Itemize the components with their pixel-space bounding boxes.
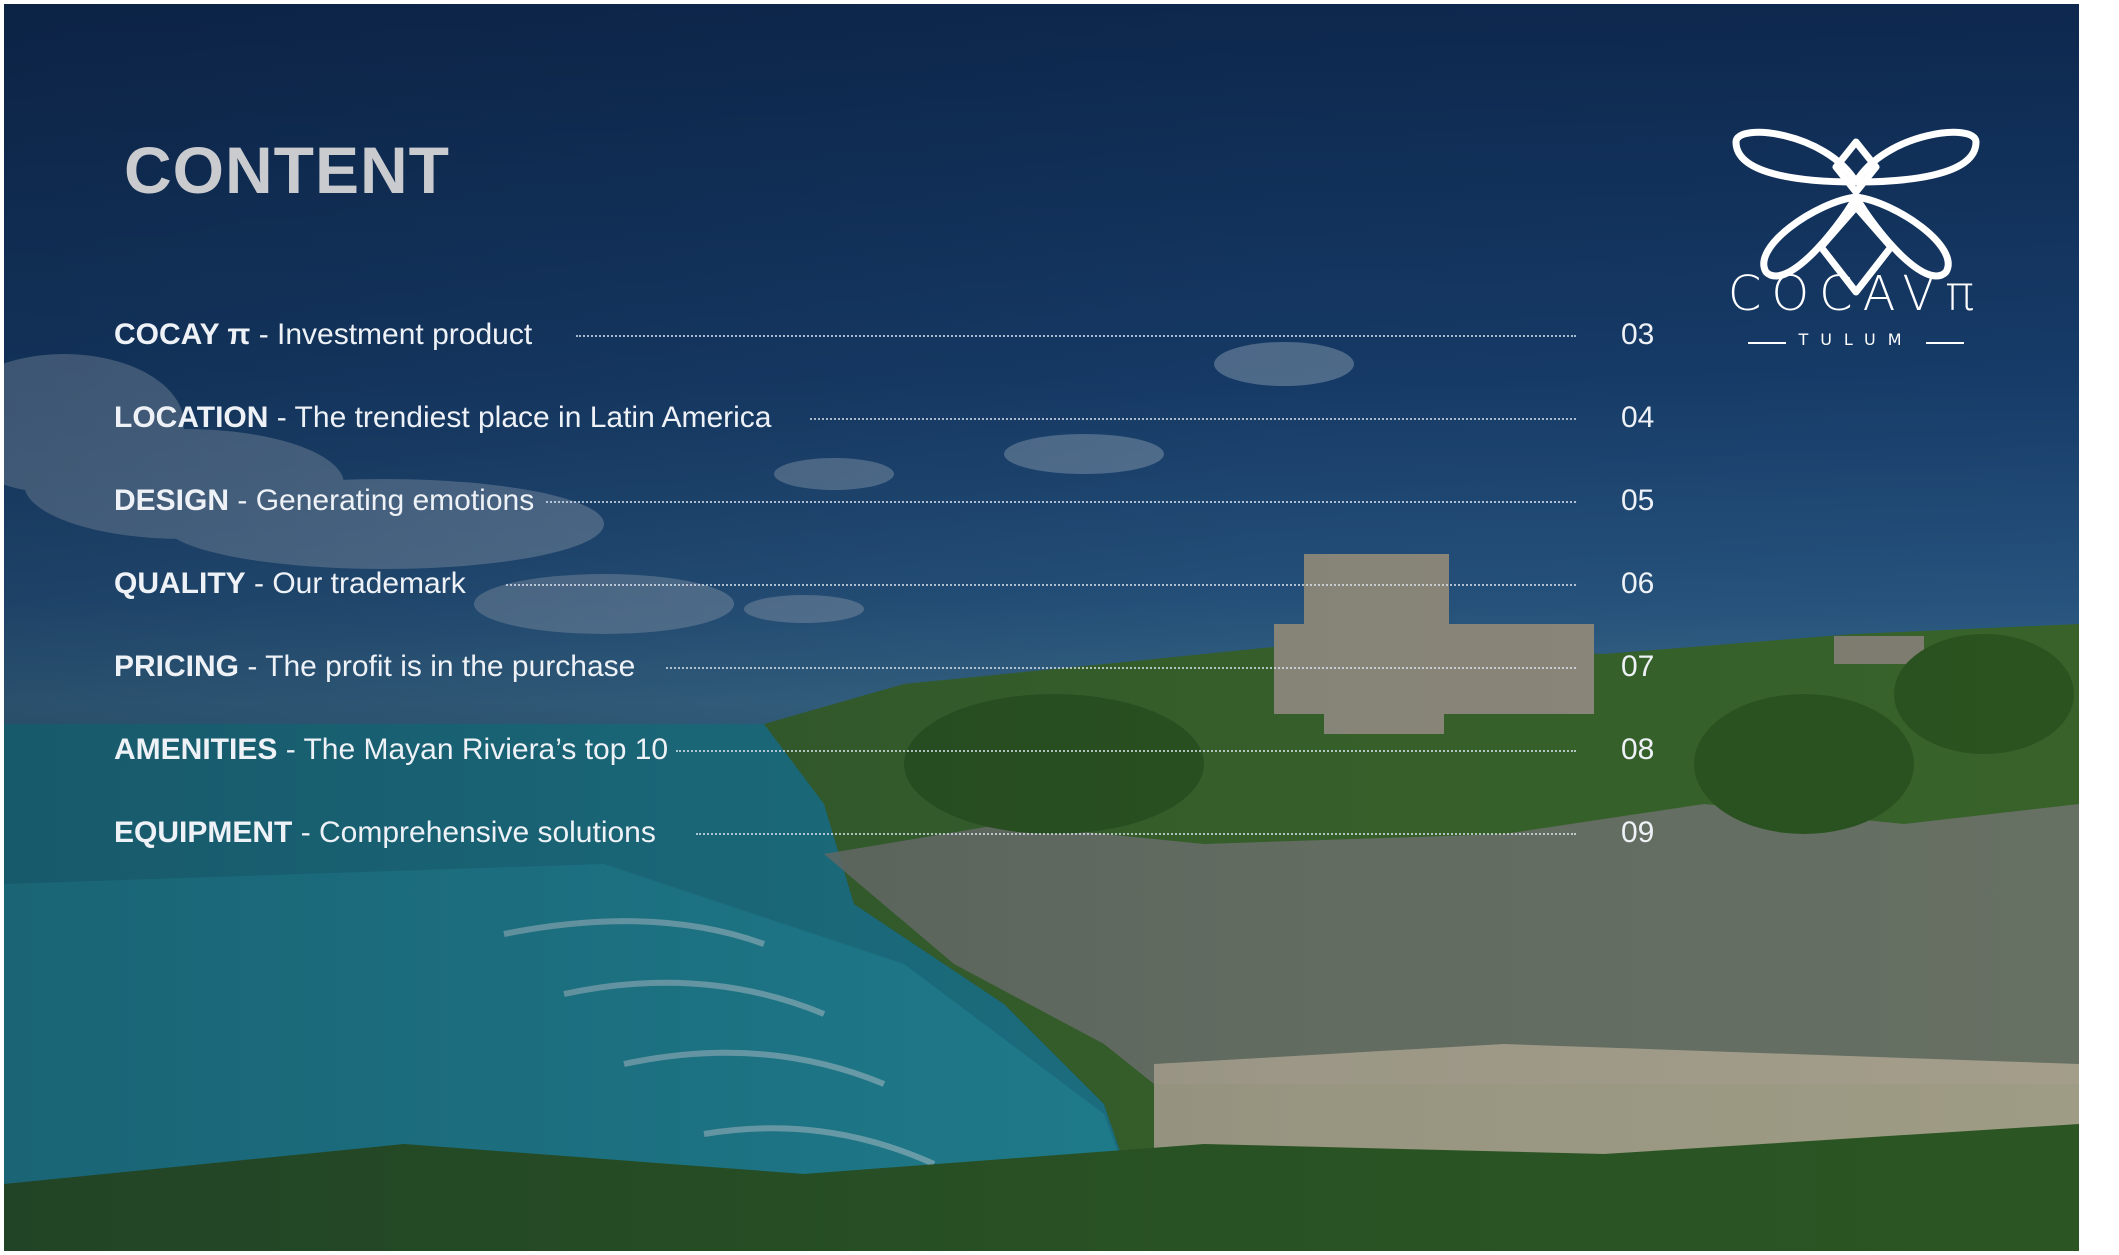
toc-desc: - Investment product: [250, 318, 533, 351]
toc-page-number: 08: [1621, 733, 1655, 766]
dot-leader: [546, 501, 1576, 503]
toc-entry[interactable]: COCAY π - Investment product 03: [114, 310, 1664, 360]
toc-key: QUALITY: [114, 567, 246, 600]
toc-key: EQUIPMENT: [114, 816, 293, 849]
toc-desc: - The Mayan Riviera’s top 10: [277, 733, 669, 766]
toc-entry[interactable]: QUALITY - Our trademark 06: [114, 559, 1664, 609]
toc-entry[interactable]: EQUIPMENT - Comprehensive solutions 09: [114, 808, 1664, 858]
toc-label: QUALITY - Our trademark: [114, 559, 466, 609]
toc-key: LOCATION: [114, 401, 269, 434]
toc-entry[interactable]: LOCATION - The trendiest place in Latin …: [114, 393, 1664, 443]
toc-desc: - Comprehensive solutions: [292, 816, 656, 849]
dragonfly-icon: [1732, 128, 1980, 296]
toc-page-number: 03: [1621, 318, 1655, 351]
toc-label: EQUIPMENT - Comprehensive solutions: [114, 808, 656, 858]
toc-desc: - Generating emotions: [229, 484, 535, 517]
toc-label: LOCATION - The trendiest place in Latin …: [114, 393, 771, 443]
brand-wordmark: COCAVπ: [1727, 266, 1985, 322]
toc-key: PRICING: [114, 650, 240, 683]
toc-desc: - Our trademark: [245, 567, 466, 600]
toc-page-number: 05: [1621, 484, 1655, 517]
dot-leader: [676, 750, 1576, 752]
toc-page-number: 09: [1621, 816, 1655, 849]
toc-key: COCAY π: [114, 318, 251, 351]
toc-entry[interactable]: PRICING - The profit is in the purchase …: [114, 642, 1664, 692]
toc-entry[interactable]: DESIGN - Generating emotions 05: [114, 476, 1664, 526]
content-slide: CONTENT COCAY π - Investment product 03 …: [4, 4, 2079, 1251]
toc-desc: - The profit is in the purchase: [239, 650, 636, 683]
dot-leader: [696, 833, 1576, 835]
toc-label: COCAY π - Investment product: [114, 310, 532, 360]
toc-key: AMENITIES: [114, 733, 278, 766]
toc-desc: - The trendiest place in Latin America: [268, 401, 772, 434]
dot-leader: [666, 667, 1576, 669]
toc-entry[interactable]: AMENITIES - The Mayan Riviera’s top 10 0…: [114, 725, 1664, 775]
page-title: CONTENT: [124, 133, 450, 207]
toc-page-number: 07: [1621, 650, 1655, 683]
dot-leader: [810, 418, 1576, 420]
dot-leader: [576, 335, 1576, 337]
divider: [1926, 342, 1964, 344]
toc-label: PRICING - The profit is in the purchase: [114, 642, 635, 692]
toc-label: AMENITIES - The Mayan Riviera’s top 10: [114, 725, 668, 775]
toc-page-number: 06: [1621, 567, 1655, 600]
toc-key: DESIGN: [114, 484, 230, 517]
dot-leader: [506, 584, 1576, 586]
brand-subtitle: TULUM: [1798, 330, 1914, 349]
toc-label: DESIGN - Generating emotions: [114, 476, 534, 526]
toc-page-number: 04: [1621, 401, 1655, 434]
